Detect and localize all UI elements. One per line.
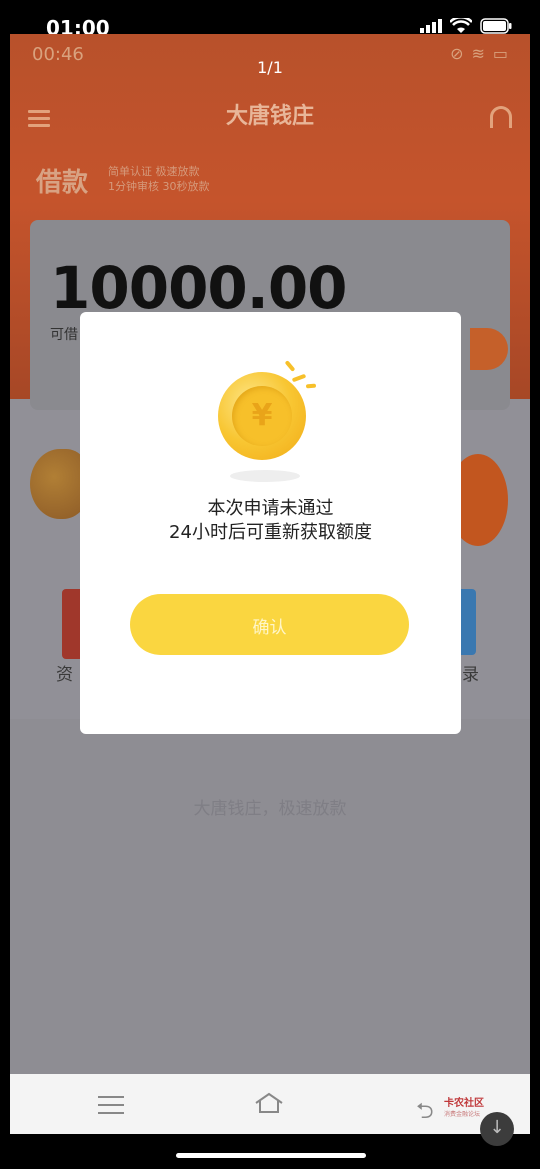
headset-icon[interactable] [490,106,512,128]
loan-tags: 简单认证 极速放款 1分钟审核 30秒放款 [108,164,210,194]
app-title: 大唐钱庄 [225,104,314,129]
android-nav-bar: ⮌ 卡农社区 消费金融论坛 [10,1074,530,1134]
watermark-text: 卡农社区 [444,1098,484,1109]
confirm-button[interactable]: 确认 [130,594,409,655]
nav-menu-icon[interactable] [98,1096,124,1120]
sparkle-icon [305,383,317,389]
grid-left-label: 资 [56,665,73,685]
grid-right-label: 录 [462,665,479,685]
coin-illustration: ¥ [80,360,461,482]
tag-line-2: 1分钟审核 30秒放款 [108,180,210,193]
home-indicator[interactable] [176,1153,366,1158]
nav-back-icon[interactable]: ⮌ [416,1094,434,1132]
cellular-signal-icon [420,19,442,33]
footer-slogan: 大唐钱庄，极速放款 [193,799,347,819]
nav-home-icon[interactable] [254,1092,284,1114]
loan-label: 借款 [36,168,89,198]
confirm-button-label: 确认 [252,618,287,637]
dialog-message-line1: 本次申请未通过 [207,498,334,519]
watermark-sub: 消费金融论坛 [444,1111,481,1118]
wifi-icon [450,18,472,33]
amount-caption: 可借 [50,327,78,343]
coin-shadow [230,470,300,482]
yen-symbol-icon: ¥ [251,398,273,433]
yen-coin-icon: ¥ [218,372,306,460]
sparkle-icon [291,373,307,383]
watermark-logo: 卡农社区 消费金融论坛 [444,1094,484,1118]
page-counter: 1/1 [257,58,283,77]
apply-button[interactable] [470,328,508,370]
battery-icon [480,18,512,34]
sparkle-icon [284,360,296,372]
status-icons [420,18,512,34]
dialog-message-line2: 24小时后可重新获取额度 [169,522,372,543]
tag-line-1: 简单认证 极速放款 [108,165,200,178]
rejection-dialog: ¥ 本次申请未通过 24小时后可重新获取额度 确认 [80,312,461,734]
download-icon[interactable]: ↓ [480,1112,514,1146]
